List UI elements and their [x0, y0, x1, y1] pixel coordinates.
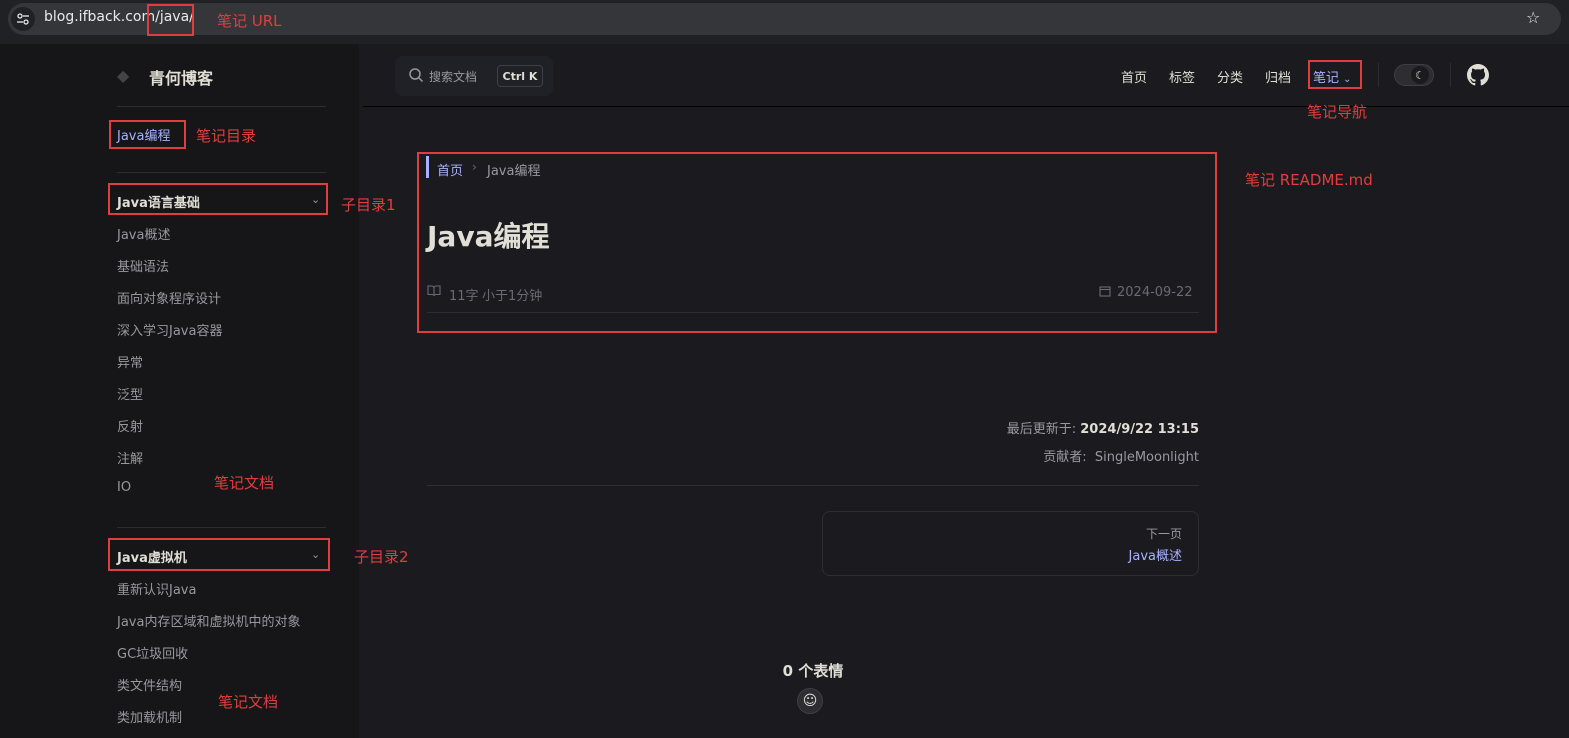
annotation-box-nav [1308, 60, 1362, 89]
header-divider [363, 106, 1569, 107]
sidebar-item[interactable]: IO [117, 480, 131, 495]
search-shortcut: Ctrl K [497, 65, 543, 87]
annotation-doc-1: 笔记文档 [214, 474, 275, 492]
footer-divider [427, 485, 1199, 486]
annotation-readme: 笔记 README.md [1245, 171, 1373, 189]
sidebar-item[interactable]: 深入学习Java容器 [117, 320, 222, 339]
annotation-box-toc [109, 120, 186, 149]
sidebar-divider [117, 172, 326, 173]
reactions-count: 0 个表情 [782, 662, 844, 680]
moon-icon: ☾ [1411, 66, 1429, 84]
next-page-card[interactable] [822, 511, 1199, 576]
annotation-doc-2: 笔记文档 [218, 693, 279, 711]
sidebar-divider [117, 106, 326, 107]
annotation-toc: 笔记目录 [196, 127, 257, 145]
contributor-name[interactable]: SingleMoonlight [1095, 450, 1199, 465]
annotation-box-url [147, 4, 194, 36]
nav-categories[interactable]: 分类 [1217, 67, 1243, 86]
sidebar-item[interactable]: 面向对象程序设计 [117, 288, 221, 307]
bookmark-star-icon[interactable]: ☆ [1526, 8, 1546, 28]
sidebar-item[interactable]: 泛型 [117, 384, 143, 403]
nav-divider [1378, 63, 1379, 87]
url-host: blog.ifback.com [44, 9, 156, 25]
sidebar-item[interactable]: Java内存区域和虚拟机中的对象 [117, 611, 300, 630]
nav-tags[interactable]: 标签 [1169, 67, 1195, 86]
smile-icon[interactable]: ☺ [797, 688, 823, 714]
next-page-label: 下一页 [1145, 527, 1182, 541]
sidebar-item[interactable]: 重新认识Java [117, 579, 196, 598]
last-updated: 最后更新于: 2024/9/22 13:15 [1007, 418, 1199, 437]
annotation-sub1: 子目录1 [341, 196, 396, 214]
github-icon[interactable] [1467, 64, 1489, 86]
annotation-url: 笔记 URL [217, 12, 282, 30]
sidebar-item[interactable]: 注解 [117, 448, 143, 467]
sidebar-item[interactable]: 异常 [117, 352, 143, 371]
last-updated-label: 最后更新于: [1006, 422, 1077, 437]
annotation-nav: 笔记导航 [1307, 103, 1368, 121]
last-updated-value: 2024/9/22 13:15 [1080, 422, 1199, 437]
sidebar-item[interactable]: 类加载机制 [117, 707, 182, 726]
logo-icon[interactable]: ◆ [117, 66, 137, 86]
nav-home[interactable]: 首页 [1121, 67, 1147, 86]
sidebar-divider [117, 527, 326, 528]
annotation-box-sub2 [108, 538, 330, 571]
annotation-sub2: 子目录2 [354, 548, 409, 566]
annotation-box-sub1 [108, 183, 328, 215]
contributors-label: 贡献者: [1043, 450, 1087, 465]
contributors: 贡献者: SingleMoonlight [1043, 446, 1199, 465]
sidebar-item[interactable]: 反射 [117, 416, 143, 435]
sidebar-item[interactable]: Java概述 [117, 224, 170, 243]
sidebar-item[interactable]: 基础语法 [117, 256, 169, 275]
annotation-box-readme [417, 152, 1217, 333]
search-icon [408, 67, 424, 83]
search-placeholder: 搜索文档 [429, 70, 478, 84]
site-info-icon[interactable] [11, 7, 35, 31]
nav-archive[interactable]: 归档 [1265, 67, 1291, 86]
next-page-title[interactable]: Java概述 [1129, 545, 1182, 564]
nav-divider [1450, 63, 1451, 87]
site-brand[interactable]: 青何博客 [149, 65, 213, 89]
